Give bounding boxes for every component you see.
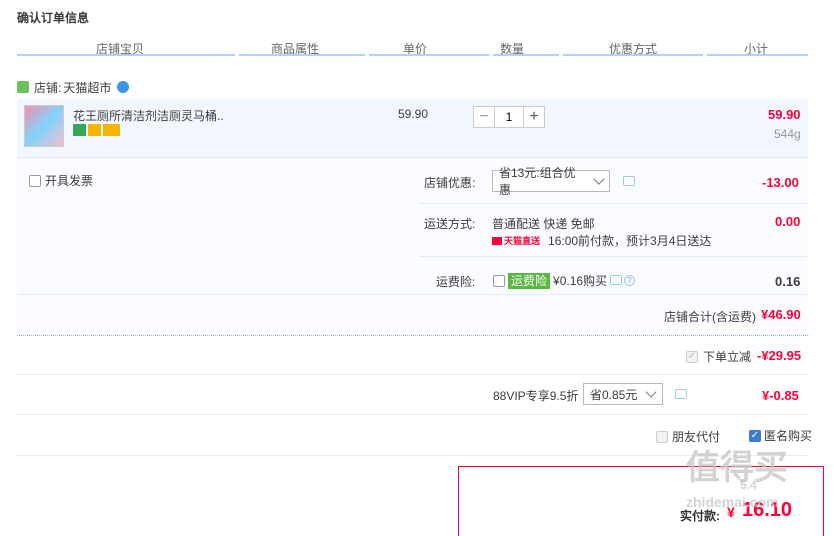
shop-name[interactable]: 天猫超市 <box>63 79 111 96</box>
chevron-down-icon <box>593 173 605 185</box>
unit-price: 59.90 <box>398 107 429 121</box>
vip-discount-select[interactable]: 省0.85元 <box>583 383 663 405</box>
shop-row: 店铺: 天猫超市 <box>17 78 130 96</box>
product-name[interactable]: 花王厕所清洁剂洁厕灵马桶... <box>73 107 223 124</box>
shop-icon <box>17 81 29 93</box>
invoice-option[interactable]: 开具发票 <box>29 172 93 189</box>
item-subtotal: 59.90 <box>768 107 801 122</box>
column-header: 店铺宝贝 商品属性 单价 数量 优惠方式 小计 <box>17 38 808 56</box>
page-title: 确认订单信息 <box>17 11 90 25</box>
quantity-increase-button[interactable]: + <box>523 106 545 128</box>
insurance-checkbox[interactable] <box>493 274 505 287</box>
insurance-badge: 运费险 <box>508 272 551 289</box>
quantity-input[interactable] <box>495 106 523 128</box>
tag-guarantee-icon <box>88 124 101 136</box>
watermark-url: zhidemai.com <box>686 494 779 510</box>
tmall-direct-badge: 天猫直送 <box>492 234 540 247</box>
insurance-price: ¥0.16购买 <box>553 274 608 288</box>
insurance-option[interactable]: 运费险 ¥0.16购买 <box>493 272 607 289</box>
message-icon[interactable] <box>610 275 622 285</box>
shipping-eta: 16:00前付款，预计3月4日送达 <box>548 234 712 248</box>
instant-discount-option: ✓ 下单立减 <box>686 348 751 365</box>
invoice-checkbox[interactable] <box>29 174 41 187</box>
tmall-cat-icon <box>492 236 502 245</box>
tag-card-icon <box>103 124 120 136</box>
watermark-logo: 值得买 <box>686 449 788 487</box>
instant-discount-label: 下单立减 <box>703 350 752 364</box>
shop-discount-amount: -13.00 <box>762 175 799 190</box>
quantity-decrease-button[interactable]: − <box>473 106 495 128</box>
shop-total-label: 店铺合计(含运费) <box>664 310 756 324</box>
item-weight: 544g <box>774 127 801 141</box>
message-icon[interactable] <box>623 176 635 186</box>
insurance-amount: 0.16 <box>775 274 801 289</box>
watermark-mid: 5.4 <box>740 478 757 492</box>
chevron-down-icon <box>645 386 658 398</box>
help-icon[interactable]: ? <box>624 275 635 286</box>
instant-discount-amount: -¥29.95 <box>757 348 802 363</box>
shop-discount-select[interactable]: 省13元:组合优惠 <box>492 166 610 197</box>
shipping-method: 普通配送 快递 免邮 <box>492 217 595 231</box>
vip-discount-amount: ¥-0.85 <box>762 388 799 403</box>
product-thumbnail[interactable] <box>24 105 64 147</box>
vip-label: 88VIP专享9.5折 <box>493 389 579 403</box>
product-tags <box>73 124 120 136</box>
shop-discount-value: 省13元:组合优惠 <box>499 166 576 197</box>
invoice-label: 开具发票 <box>45 174 94 188</box>
vip-discount-value: 省0.85元 <box>590 387 638 402</box>
instant-discount-checkbox: ✓ <box>686 350 698 363</box>
friend-pay-checkbox <box>656 430 668 443</box>
shipping-label: 运送方式: <box>424 217 476 231</box>
tag-7day-icon <box>73 124 86 136</box>
shop-discount-label: 店铺优惠: <box>424 176 476 190</box>
message-icon[interactable] <box>675 389 687 399</box>
insurance-label: 运费险: <box>436 275 476 289</box>
shipping-amount: 0.00 <box>775 214 801 229</box>
quantity-stepper: − + <box>473 106 545 128</box>
shop-prefix: 店铺: <box>34 80 62 95</box>
shop-total-amount: ¥46.90 <box>761 307 801 322</box>
wangwang-chat-icon[interactable] <box>117 81 130 93</box>
